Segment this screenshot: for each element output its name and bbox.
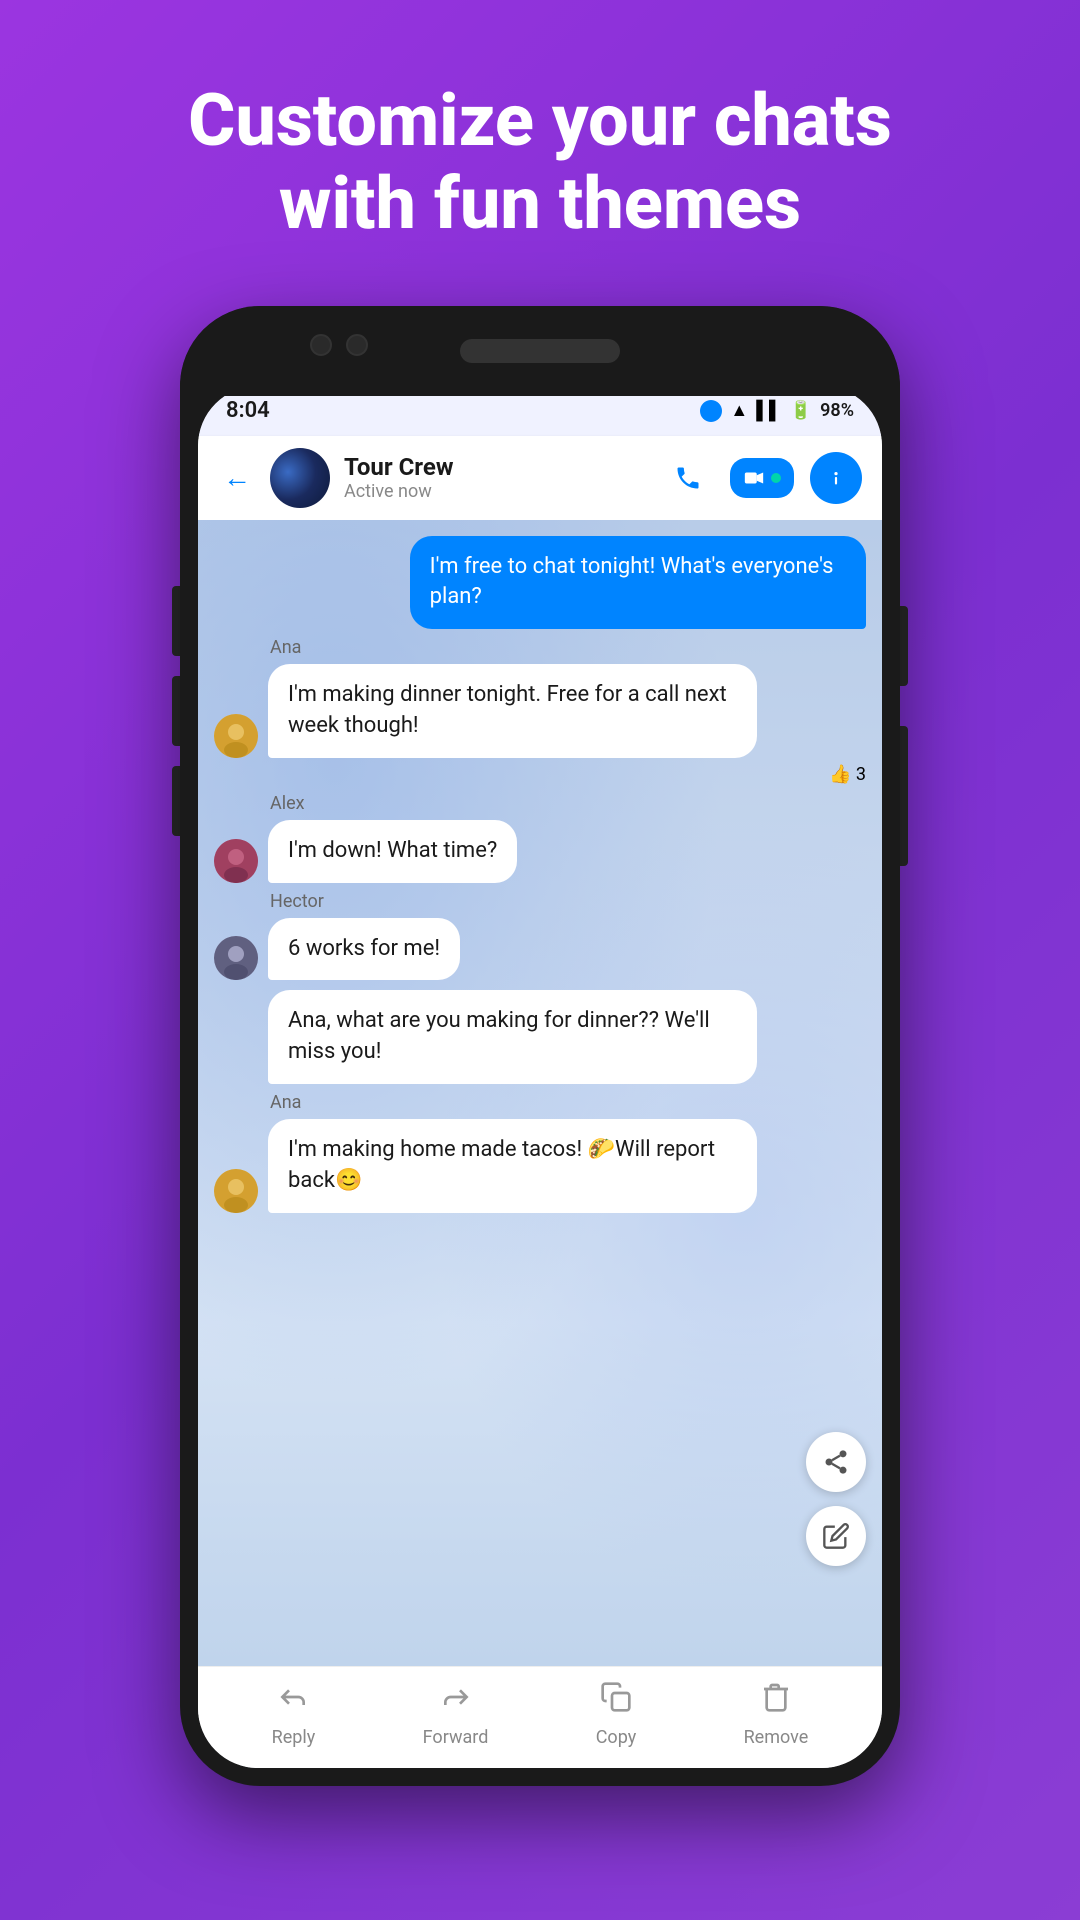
volume-down-button	[172, 676, 180, 746]
video-call-button[interactable]	[730, 458, 794, 498]
forward-icon	[440, 1681, 472, 1721]
chat-header: ← Tour Crew Active now	[198, 436, 882, 520]
info-button[interactable]	[810, 452, 862, 504]
copy-label: Copy	[596, 1727, 637, 1748]
sent-bubble-1: I'm free to chat tonight! What's everyon…	[410, 536, 866, 630]
message-group-alex: Alex I'm down! What time?	[214, 793, 866, 883]
phone-frame: 8:04 ▲ ▌▌ 🔋 98% ← Tour Crew Active now	[180, 306, 900, 1786]
remove-action[interactable]: Remove	[744, 1681, 809, 1748]
battery-percent: 98%	[820, 400, 854, 421]
group-avatar	[270, 448, 330, 508]
share-button[interactable]	[806, 1432, 866, 1492]
sender-name-alex: Alex	[270, 793, 866, 814]
forward-label: Forward	[423, 1727, 489, 1748]
phone-mockup: 8:04 ▲ ▌▌ 🔋 98% ← Tour Crew Active now	[180, 306, 900, 1786]
group-name: Tour Crew	[344, 453, 648, 481]
remove-label: Remove	[744, 1727, 809, 1748]
received-bubble-5: I'm making home made tacos! 🌮Will report…	[268, 1119, 757, 1213]
message-sent-1: I'm free to chat tonight! What's everyon…	[214, 536, 866, 630]
message-group-ana-2: Ana I'm making home made tacos! 🌮Will re…	[214, 1092, 866, 1213]
camera-area	[310, 334, 368, 356]
message-group-ana-1: Ana I'm making dinner tonight. Free for …	[214, 637, 866, 785]
page-title: Customize your chats with fun themes	[128, 80, 952, 246]
active-status: Active now	[344, 481, 648, 502]
avatar-ana-2	[214, 1169, 258, 1213]
received-bubble-3: 6 works for me!	[268, 918, 460, 981]
message-row-1: I'm making dinner tonight. Free for a ca…	[214, 664, 866, 758]
battery-icon: 🔋	[790, 400, 812, 421]
sender-name-hector: Hector	[270, 891, 866, 912]
reply-icon	[277, 1681, 309, 1721]
message-row-3: 6 works for me!	[214, 918, 866, 981]
sender-name-ana: Ana	[270, 637, 866, 658]
header-info: Tour Crew Active now	[344, 453, 648, 502]
back-button[interactable]: ←	[218, 456, 256, 499]
phone-screen: 8:04 ▲ ▌▌ 🔋 98% ← Tour Crew Active now	[198, 386, 882, 1768]
received-bubble-4: Ana, what are you making for dinner?? We…	[268, 990, 757, 1084]
reply-label: Reply	[272, 1727, 316, 1748]
forward-action[interactable]: Forward	[423, 1681, 489, 1748]
message-group-hector: Hector 6 works for me!	[214, 891, 866, 1084]
edit-button[interactable]	[806, 1506, 866, 1566]
volume-up-button	[172, 586, 180, 656]
front-camera	[310, 334, 332, 356]
reply-action[interactable]: Reply	[272, 1681, 316, 1748]
remove-icon	[760, 1681, 792, 1721]
wifi-icon: ▲	[730, 400, 748, 421]
received-bubble-1: I'm making dinner tonight. Free for a ca…	[268, 664, 757, 758]
message-row-4: Ana, what are you making for dinner?? We…	[214, 990, 866, 1084]
messages-list: I'm free to chat tonight! What's everyon…	[198, 520, 882, 1229]
status-time: 8:04	[226, 398, 270, 423]
status-icons: ▲ ▌▌ 🔋 98%	[700, 400, 854, 422]
received-bubble-2: I'm down! What time?	[268, 820, 517, 883]
side-actions	[806, 1432, 866, 1566]
avatar-ana	[214, 714, 258, 758]
mute-button	[172, 766, 180, 836]
messenger-status-icon	[700, 400, 722, 422]
sensor	[346, 334, 368, 356]
copy-action[interactable]: Copy	[596, 1681, 637, 1748]
phone-notch	[180, 306, 900, 396]
power-button	[900, 606, 908, 686]
sender-name-ana-2: Ana	[270, 1092, 866, 1113]
avatar-alex	[214, 839, 258, 883]
signal-icon: ▌▌	[756, 400, 782, 421]
message-row-2: I'm down! What time?	[214, 820, 866, 883]
phone-speaker	[460, 339, 620, 363]
header-actions	[662, 452, 862, 504]
message-row-5: I'm making home made tacos! 🌮Will report…	[214, 1119, 866, 1213]
voice-call-button[interactable]	[662, 452, 714, 504]
power-button-2	[900, 726, 908, 866]
bottom-action-bar: Reply Forward Copy	[198, 1666, 882, 1768]
avatar-hector	[214, 936, 258, 980]
copy-icon	[600, 1681, 632, 1721]
chat-area: I'm free to chat tonight! What's everyon…	[198, 520, 882, 1666]
reaction-1: 👍 3	[829, 764, 866, 785]
avatar-spacer	[214, 1040, 258, 1084]
